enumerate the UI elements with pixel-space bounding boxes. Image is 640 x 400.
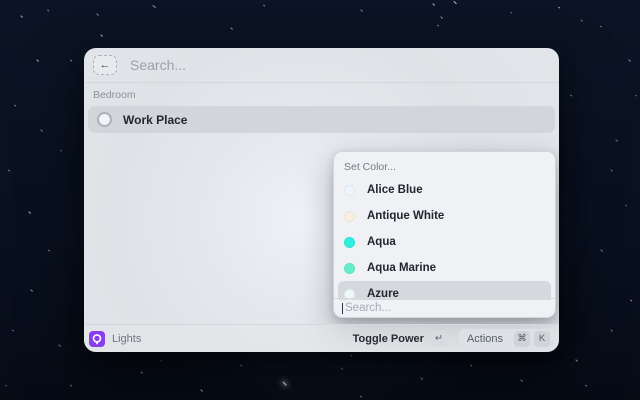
star	[35, 59, 40, 63]
set-color-popup: Set Color... Alice Blue Antique White Aqua…	[333, 151, 556, 318]
star	[627, 59, 632, 63]
color-option-row[interactable]: Antique White	[338, 203, 551, 229]
star	[624, 204, 628, 207]
color-option-row[interactable]: Aqua	[338, 229, 551, 255]
color-option-row[interactable]: Alice Blue	[338, 177, 551, 203]
star	[152, 4, 156, 9]
star	[609, 169, 614, 173]
color-option-label: Antique White	[367, 210, 445, 222]
star	[7, 169, 11, 172]
actions-button[interactable]: Actions ⌘ K	[458, 328, 554, 349]
star	[436, 24, 440, 27]
color-swatch-icon	[344, 184, 355, 196]
star	[569, 94, 573, 97]
footer-actions: Toggle Power ↵ Actions ⌘ K	[353, 328, 554, 349]
star	[584, 384, 588, 387]
star	[349, 354, 353, 357]
star	[439, 16, 444, 20]
star	[599, 25, 603, 28]
launcher-window: ← Search... Bedroom Work Place Set Color…	[84, 48, 559, 352]
star	[27, 211, 32, 215]
back-arrow-icon: ←	[99, 58, 111, 71]
primary-action-button[interactable]: Toggle Power	[353, 333, 424, 345]
star	[419, 377, 424, 381]
star	[629, 299, 633, 302]
star	[262, 4, 266, 7]
star	[359, 9, 364, 13]
actions-label: Actions	[466, 332, 503, 345]
color-option-label: Aqua Marine	[367, 262, 437, 274]
bulb-ring-glyph	[92, 333, 102, 344]
star	[599, 249, 604, 253]
star	[159, 359, 163, 362]
color-option-row[interactable]: Aqua Marine	[338, 255, 551, 281]
desktop-wallpaper: ← Search... Bedroom Work Place Set Color…	[0, 0, 640, 400]
star	[4, 384, 8, 387]
light-color-ring-icon	[97, 112, 112, 127]
star	[609, 329, 614, 333]
footer-bar: Lights Toggle Power ↵ Actions ⌘ K	[84, 324, 559, 352]
color-option-label: Aqua	[367, 236, 396, 248]
color-option-label: Alice Blue	[367, 184, 423, 196]
star	[579, 19, 584, 23]
list-item-work-place[interactable]: Work Place	[88, 106, 555, 133]
star	[431, 3, 436, 7]
color-swatch-icon	[344, 262, 355, 274]
launcher-header: ← Search...	[84, 48, 559, 83]
star	[69, 59, 73, 62]
star	[29, 289, 34, 293]
star	[614, 139, 619, 143]
star	[469, 364, 473, 367]
star	[282, 381, 287, 386]
star	[57, 344, 62, 348]
star	[59, 149, 63, 152]
text-caret	[342, 302, 343, 314]
app-name: Lights	[112, 332, 142, 345]
star	[339, 367, 344, 371]
star	[99, 34, 104, 38]
star	[239, 364, 243, 367]
star	[139, 371, 144, 375]
star	[634, 94, 638, 97]
star	[19, 15, 24, 19]
star	[519, 379, 524, 383]
section-label-bedroom: Bedroom	[93, 89, 136, 101]
device-label: Work Place	[123, 112, 188, 127]
cmd-key-icon: ⌘	[514, 330, 530, 347]
lights-app-icon	[89, 330, 105, 347]
star	[69, 384, 73, 387]
star	[453, 0, 457, 5]
popup-search-field[interactable]: Search...	[334, 298, 555, 317]
star	[199, 389, 204, 393]
color-swatch-icon	[344, 236, 355, 248]
color-swatch-icon	[344, 210, 355, 222]
star	[509, 11, 513, 14]
back-button[interactable]: ←	[93, 55, 117, 75]
main-search-input[interactable]: Search...	[130, 57, 186, 73]
star	[47, 249, 51, 252]
star	[95, 13, 100, 17]
star	[39, 129, 44, 133]
star	[46, 9, 50, 12]
popup-title: Set Color...	[344, 161, 396, 173]
star	[359, 395, 363, 398]
star	[557, 6, 561, 9]
return-key-icon: ↵	[430, 330, 447, 347]
popup-search-placeholder: Search...	[345, 302, 392, 314]
star	[229, 27, 234, 31]
star	[11, 329, 15, 332]
star	[13, 104, 17, 107]
k-key-icon: K	[534, 330, 550, 347]
color-option-list: Alice Blue Antique White Aqua Aqua Marine Az…	[334, 177, 555, 300]
star	[574, 359, 579, 363]
